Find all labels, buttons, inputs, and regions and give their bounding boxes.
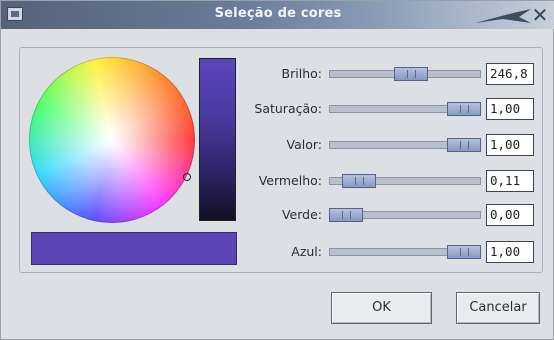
title-bar[interactable]: Seleção de cores ✕	[1, 1, 554, 29]
saturation-label: Saturação:	[254, 101, 322, 116]
slider-thumb[interactable]	[329, 208, 363, 222]
row-saturation: Saturação: 1,00	[241, 97, 535, 121]
row-blue: Azul: 1,00	[241, 240, 535, 264]
row-green: Verde: 0,00	[241, 203, 535, 227]
value-label: Valor:	[286, 137, 323, 152]
slider-thumb[interactable]	[447, 138, 481, 152]
selected-color-swatch	[31, 232, 237, 265]
window-title: Seleção de cores	[214, 6, 342, 21]
title-decoration-icon	[475, 9, 531, 23]
cancel-button[interactable]: Cancelar	[456, 292, 540, 324]
value-slider[interactable]	[329, 138, 481, 152]
slider-thumb[interactable]	[447, 245, 481, 259]
red-field[interactable]: 0,11	[486, 170, 534, 192]
color-selection-dialog: Seleção de cores ✕ Brilho: 246,8 Saturaç…	[0, 0, 554, 340]
color-wheel-area[interactable]	[29, 57, 197, 225]
blue-slider[interactable]	[329, 245, 481, 259]
green-field[interactable]: 0,00	[486, 204, 534, 226]
value-bar[interactable]	[199, 58, 236, 221]
slider-thumb[interactable]	[447, 102, 481, 116]
saturation-slider[interactable]	[329, 102, 481, 116]
color-wheel[interactable]	[29, 57, 195, 223]
ok-button[interactable]: OK	[331, 292, 432, 324]
red-label: Vermelho:	[258, 173, 322, 188]
red-slider[interactable]	[329, 174, 481, 188]
brightness-field[interactable]: 246,8	[486, 63, 534, 85]
brightness-slider[interactable]	[329, 67, 481, 81]
blue-label: Azul:	[291, 244, 322, 259]
blue-field[interactable]: 1,00	[486, 241, 534, 263]
green-slider[interactable]	[329, 208, 481, 222]
close-icon[interactable]: ✕	[529, 4, 551, 26]
row-red: Vermelho: 0,11	[241, 169, 535, 193]
saturation-field[interactable]: 1,00	[486, 98, 534, 120]
row-value: Valor: 1,00	[241, 133, 535, 157]
green-label: Verde:	[281, 207, 322, 222]
value-field[interactable]: 1,00	[486, 134, 534, 156]
slider-thumb[interactable]	[342, 174, 376, 188]
slider-thumb[interactable]	[394, 67, 428, 81]
color-wheel-marker[interactable]	[183, 173, 191, 181]
row-brightness: Brilho: 246,8	[241, 62, 535, 86]
brightness-label: Brilho:	[281, 66, 322, 81]
